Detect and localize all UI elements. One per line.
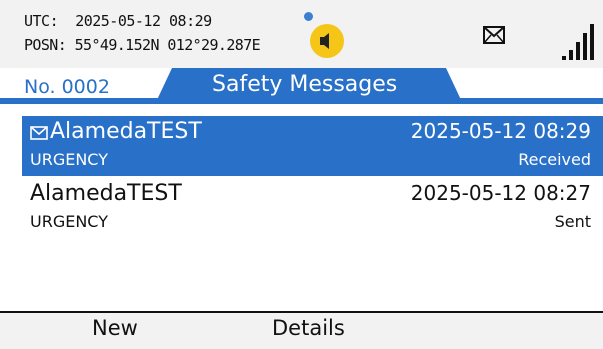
message-datetime: 2025-05-12 08:29 bbox=[410, 119, 591, 143]
alert-dot bbox=[304, 12, 313, 21]
speaker-alarm-icon[interactable] bbox=[310, 24, 344, 58]
message-status: Sent bbox=[554, 212, 591, 231]
message-priority: URGENCY bbox=[30, 150, 108, 169]
envelope-icon bbox=[483, 26, 505, 48]
message-row[interactable]: AlamedaTEST URGENCY 2025-05-12 08:27 Sen… bbox=[22, 178, 603, 238]
posn-value: 55°49.152N 012°29.287E bbox=[74, 36, 261, 54]
tab-message-number[interactable]: No. 0002 bbox=[24, 76, 110, 98]
utc-label: UTC: bbox=[24, 12, 59, 30]
envelope-icon bbox=[30, 126, 48, 140]
tab-safety-messages-label: Safety Messages bbox=[212, 72, 398, 97]
posn-label: POSN: bbox=[24, 36, 67, 54]
details-softkey[interactable]: Details bbox=[272, 316, 345, 340]
signal-strength-icon bbox=[560, 20, 603, 60]
new-softkey[interactable]: New bbox=[92, 316, 138, 340]
utc-readout: UTC: 2025-05-12 08:29 bbox=[24, 12, 212, 30]
softkey-bar: New Details bbox=[0, 311, 603, 349]
message-priority: URGENCY bbox=[30, 212, 108, 231]
status-bar: UTC: 2025-05-12 08:29 POSN: 55°49.152N 0… bbox=[0, 0, 603, 68]
message-status: Received bbox=[518, 150, 591, 169]
tab-underline bbox=[0, 98, 603, 104]
message-datetime: 2025-05-12 08:27 bbox=[410, 181, 591, 205]
position-readout: POSN: 55°49.152N 012°29.287E bbox=[24, 36, 261, 54]
message-row[interactable]: AlamedaTEST URGENCY 2025-05-12 08:29 Rec… bbox=[22, 116, 603, 176]
utc-value: 2025-05-12 08:29 bbox=[75, 12, 212, 30]
message-sender: AlamedaTEST bbox=[50, 119, 202, 144]
message-sender: AlamedaTEST bbox=[30, 181, 182, 206]
screen: UTC: 2025-05-12 08:29 POSN: 55°49.152N 0… bbox=[0, 0, 603, 349]
